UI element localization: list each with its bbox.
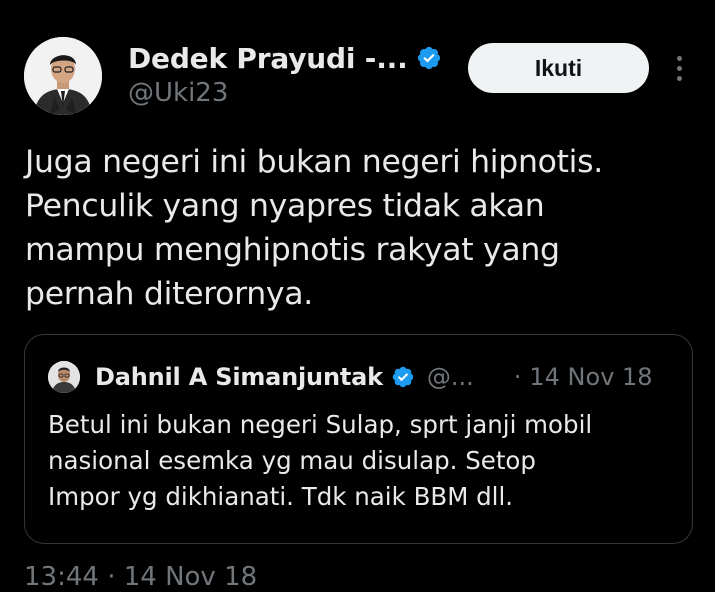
verified-badge-icon xyxy=(392,366,414,388)
quoted-text-line: Impor yg dikhianati. Tdk naik BBM dll. xyxy=(48,482,514,511)
author-avatar[interactable] xyxy=(24,37,102,115)
avatar-image xyxy=(24,37,102,115)
more-dot xyxy=(676,55,682,61)
tweet-text-line: mampu menghipnotis rakyat yang xyxy=(25,232,560,268)
quoted-text-line: Betul ini bukan negeri Sulap, sprt janji… xyxy=(48,410,593,439)
tweet-timestamp[interactable]: 13:44 · 14 Nov 18 xyxy=(24,562,257,592)
author-display-name[interactable]: Dedek Prayudi -... xyxy=(128,42,408,75)
quoted-separator: · xyxy=(513,363,522,391)
more-dot xyxy=(676,65,682,71)
quoted-tweet-card[interactable]: Dahnil A Simanjuntak @... · 14 Nov 18 Be… xyxy=(24,334,693,544)
verified-badge-icon xyxy=(417,46,440,70)
quoted-text-line: nasional esemka yg mau disulap. Setop xyxy=(48,446,536,475)
quoted-tweet-text: Betul ini bukan negeri Sulap, sprt janji… xyxy=(48,407,678,515)
tweet-text: Juga negeri ini bukan negeri hipnotis. P… xyxy=(25,140,665,316)
tweet-text-line: Juga negeri ini bukan negeri hipnotis. xyxy=(25,144,603,180)
author-name-row: Dedek Prayudi -... xyxy=(128,40,442,76)
quoted-tweet-header: Dahnil A Simanjuntak @... · 14 Nov 18 xyxy=(95,359,653,395)
quoted-author-name[interactable]: Dahnil A Simanjuntak xyxy=(95,363,383,391)
quoted-tweet-date[interactable]: 14 Nov 18 xyxy=(529,363,652,391)
tweet-text-line: pernah diterornya. xyxy=(25,276,313,312)
quoted-author-handle[interactable]: @... xyxy=(427,363,474,391)
quoted-author-avatar[interactable] xyxy=(48,361,80,393)
author-handle[interactable]: @Uki23 xyxy=(128,78,228,108)
tweet-text-line: Penculik yang nyapres tidak akan xyxy=(25,188,545,224)
quoted-avatar-image xyxy=(48,361,80,393)
more-options-icon[interactable] xyxy=(666,50,692,86)
follow-button[interactable]: Ikuti xyxy=(468,43,649,93)
more-dot xyxy=(676,75,682,81)
